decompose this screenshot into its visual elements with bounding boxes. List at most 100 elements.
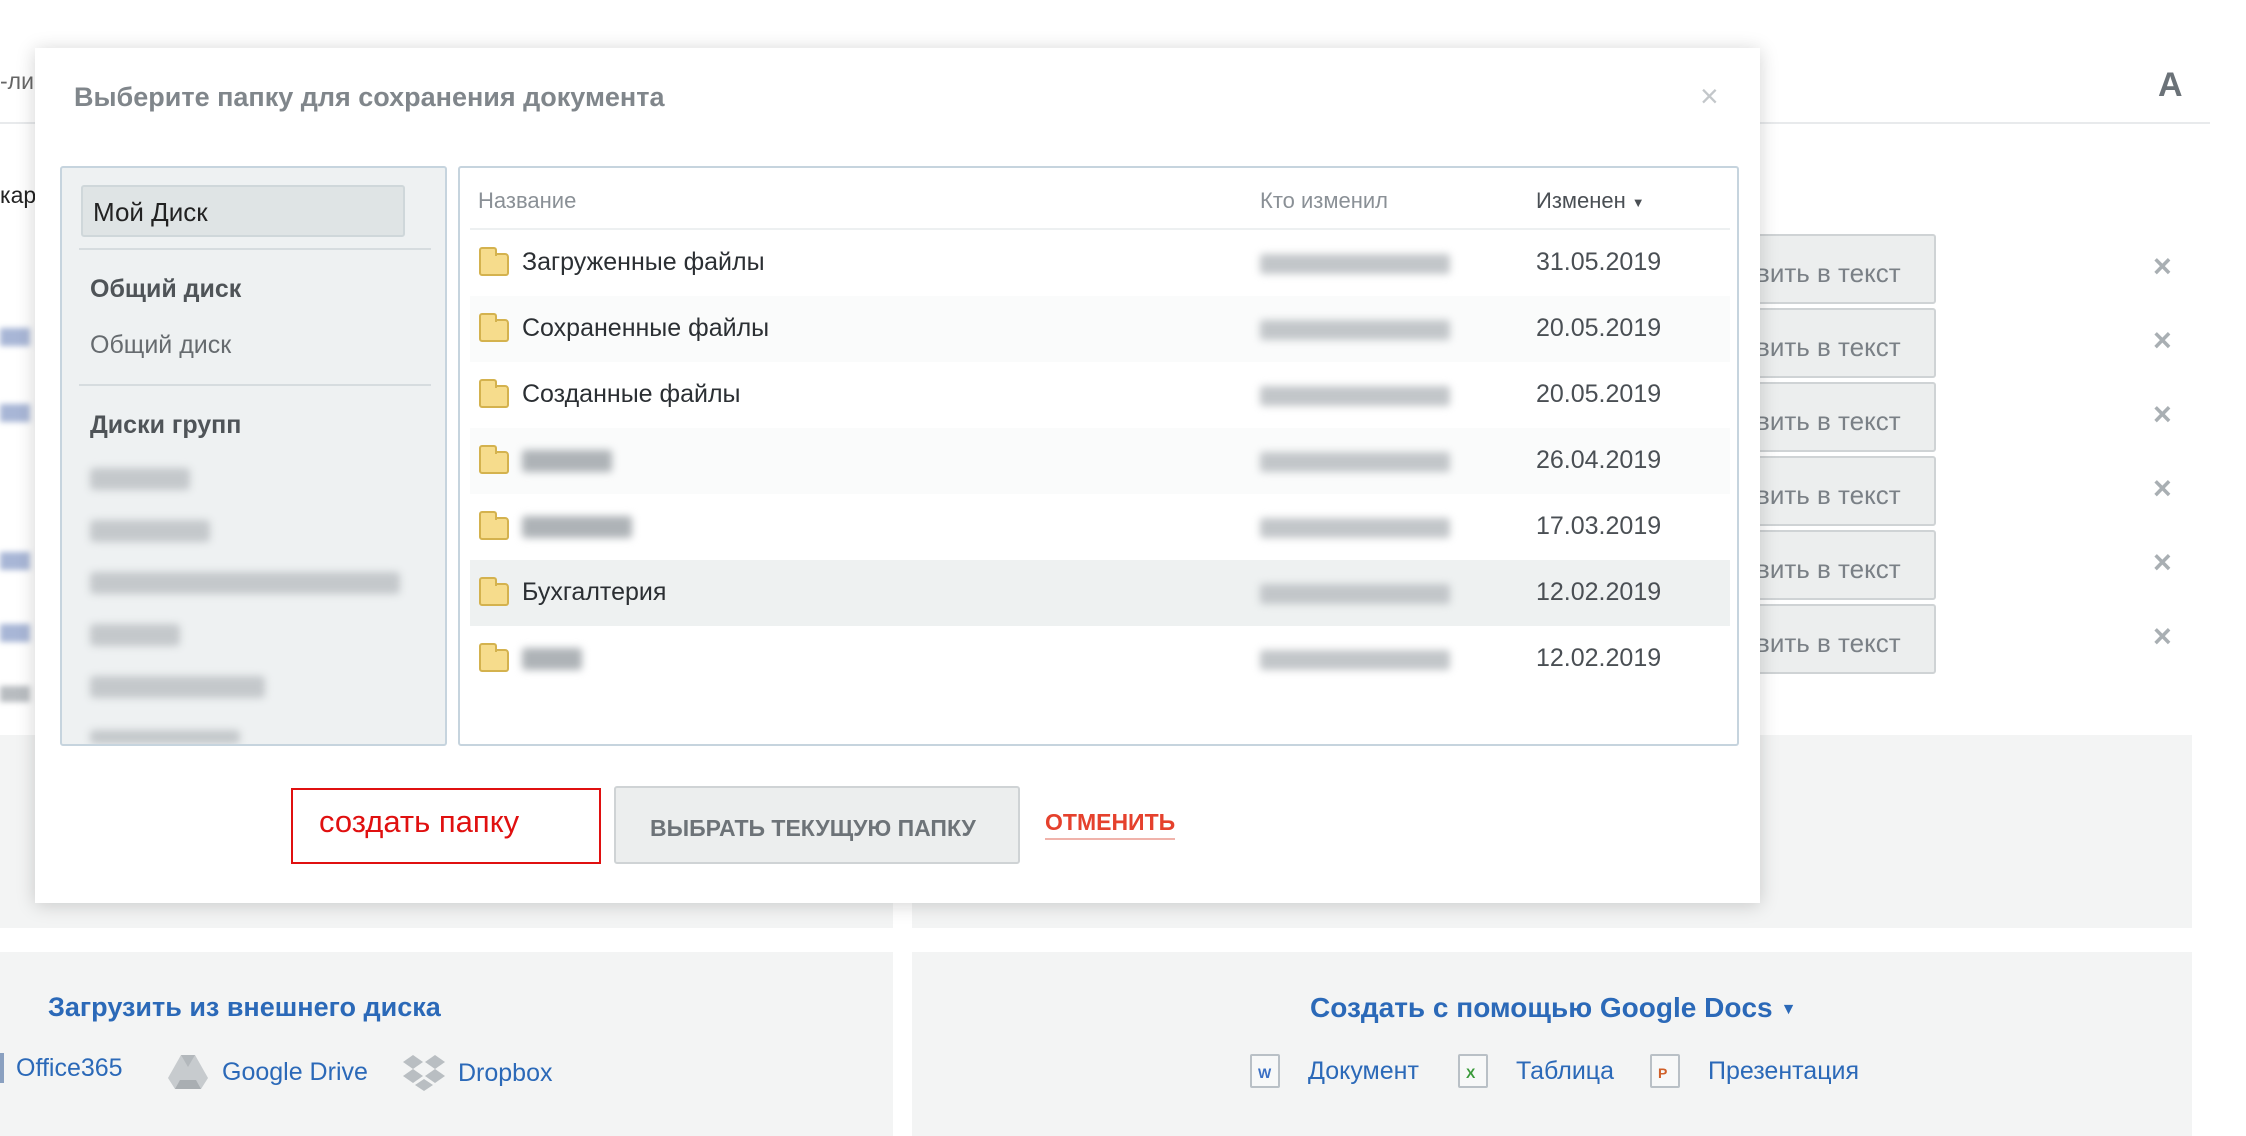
folder-name: Бухгалтерия — [522, 578, 667, 606]
folder-icon — [479, 445, 509, 474]
sidebar-item-group-drive[interactable] — [90, 624, 180, 646]
insert-into-text-button[interactable]: вить в текст — [1730, 604, 1936, 674]
office365-icon — [0, 1053, 4, 1083]
delete-icon[interactable]: × — [2153, 322, 2172, 359]
sidebar-item-group-drive[interactable] — [90, 468, 190, 490]
folder-icon — [479, 379, 509, 408]
folder-name-blurred — [522, 450, 612, 472]
folder-row[interactable]: 12.02.2019 — [470, 626, 1730, 692]
delete-icon[interactable]: × — [2153, 544, 2172, 581]
google-drive-label: Google Drive — [222, 1057, 368, 1086]
folder-name: Сохраненные файлы — [522, 314, 770, 342]
folder-row[interactable]: Загруженные файлы 31.05.2019 — [470, 230, 1730, 296]
gdocs-presentation-label: Презентация — [1708, 1056, 1860, 1085]
bg-blurred-link — [0, 328, 30, 346]
choose-folder-dialog: Выберите папку для сохранения документа … — [35, 48, 1760, 903]
word-doc-icon: W — [1250, 1054, 1280, 1088]
create-folder-button[interactable]: создать папку — [291, 788, 601, 864]
external-disk-title: Загрузить из внешнего диска — [48, 992, 441, 1022]
bg-text-fragment-1: -ли — [0, 68, 34, 94]
gdocs-presentation-link[interactable]: P Презентация — [1650, 1054, 1859, 1088]
folder-date: 12.02.2019 — [1536, 644, 1662, 672]
folder-date: 26.04.2019 — [1536, 446, 1662, 474]
google-drive-icon — [168, 1055, 208, 1089]
modified-by-blurred — [1260, 254, 1450, 274]
folder-name: Созданные файлы — [522, 380, 741, 408]
bg-text-fragment-2: кар — [0, 182, 37, 208]
google-drive-link[interactable]: Google Drive — [166, 1053, 368, 1091]
presentation-icon: P — [1650, 1054, 1680, 1088]
google-docs-create-dropdown[interactable]: Создать с помощью Google Docs ▼ — [1310, 992, 1796, 1024]
gdocs-spreadsheet-link[interactable]: X Таблица — [1458, 1054, 1614, 1088]
sidebar-item-shared-drive[interactable]: Общий диск — [90, 331, 231, 360]
close-icon[interactable]: × — [1700, 78, 1719, 115]
external-disk-panel — [0, 952, 893, 1136]
font-size-icon[interactable]: A — [2158, 66, 2183, 105]
column-header-who[interactable]: Кто изменил — [1260, 188, 1388, 214]
modified-by-blurred — [1260, 650, 1450, 670]
column-header-modified[interactable]: Изменен ▼ — [1536, 188, 1645, 214]
bg-blurred-text — [0, 686, 30, 702]
sidebar-item-group-drive[interactable] — [90, 676, 265, 698]
google-docs-panel — [912, 952, 2192, 1136]
folder-date: 20.05.2019 — [1536, 314, 1662, 342]
folder-date: 12.02.2019 — [1536, 578, 1662, 606]
column-header-name[interactable]: Название — [478, 188, 576, 214]
folder-row[interactable]: 17.03.2019 — [470, 494, 1730, 560]
folder-row[interactable]: Сохраненные файлы 20.05.2019 — [470, 296, 1730, 362]
insert-into-text-button[interactable]: вить в текст — [1730, 456, 1936, 526]
folder-icon — [479, 247, 509, 276]
dropbox-label: Dropbox — [458, 1058, 553, 1087]
sidebar-heading-group-drives: Диски групп — [90, 411, 242, 439]
folder-row[interactable]: Созданные файлы 20.05.2019 — [470, 362, 1730, 428]
modified-by-blurred — [1260, 386, 1450, 406]
sidebar-item-group-drive[interactable] — [90, 520, 210, 542]
gdocs-document-label: Документ — [1308, 1056, 1419, 1085]
office365-label: Office365 — [16, 1053, 123, 1082]
folder-icon — [479, 643, 509, 672]
insert-into-text-button[interactable]: вить в текст — [1730, 234, 1936, 304]
dropbox-icon — [403, 1055, 445, 1091]
google-docs-title: Создать с помощью Google Docs — [1310, 992, 1773, 1023]
caret-down-icon: ▼ — [1780, 1000, 1797, 1018]
sidebar-divider — [79, 248, 431, 250]
sidebar-heading-shared: Общий диск — [90, 275, 242, 303]
modified-by-blurred — [1260, 518, 1450, 538]
excel-sheet-icon: X — [1458, 1054, 1488, 1088]
insert-into-text-button[interactable]: вить в текст — [1730, 530, 1936, 600]
folder-icon — [479, 511, 509, 540]
bg-blurred-link — [0, 624, 30, 642]
folder-list: Название Кто изменил Изменен ▼ Загруженны… — [458, 166, 1739, 746]
folder-name-blurred — [522, 516, 632, 538]
folder-date: 31.05.2019 — [1536, 248, 1662, 276]
sort-desc-icon: ▼ — [1631, 194, 1645, 210]
sidebar-item-group-drive[interactable] — [90, 730, 240, 744]
folder-date: 17.03.2019 — [1536, 512, 1662, 540]
folder-icon — [479, 577, 509, 606]
bg-blurred-link — [0, 404, 30, 422]
sidebar-item-my-drive[interactable]: Мой Диск — [81, 185, 405, 237]
delete-icon[interactable]: × — [2153, 396, 2172, 433]
column-header-modified-label: Изменен — [1536, 188, 1626, 213]
drive-sidebar: Мой Диск Общий диск Общий диск Диски гру… — [60, 166, 447, 746]
dropbox-link[interactable]: Dropbox — [402, 1053, 553, 1093]
delete-icon[interactable]: × — [2153, 470, 2172, 507]
modified-by-blurred — [1260, 452, 1450, 472]
folder-row[interactable]: 26.04.2019 — [470, 428, 1730, 494]
folder-name-blurred — [522, 648, 582, 670]
modified-by-blurred — [1260, 584, 1450, 604]
gdocs-spreadsheet-label: Таблица — [1516, 1056, 1615, 1085]
insert-into-text-button[interactable]: вить в текст — [1730, 382, 1936, 452]
cancel-button[interactable]: ОТМЕНИТЬ — [1045, 809, 1176, 840]
folder-row[interactable]: Бухгалтерия 12.02.2019 — [470, 560, 1730, 626]
folder-name: Загруженные файлы — [522, 248, 765, 276]
insert-into-text-button[interactable]: вить в текст — [1730, 308, 1936, 378]
choose-current-folder-button[interactable]: ВЫБРАТЬ ТЕКУЩУЮ ПАПКУ — [614, 786, 1020, 864]
folder-icon — [479, 313, 509, 342]
dialog-title: Выберите папку для сохранения документа — [74, 82, 665, 112]
office365-link[interactable]: Office365 — [0, 1053, 123, 1083]
delete-icon[interactable]: × — [2153, 618, 2172, 655]
delete-icon[interactable]: × — [2153, 248, 2172, 285]
gdocs-document-link[interactable]: W Документ — [1250, 1054, 1419, 1088]
sidebar-item-group-drive[interactable] — [90, 572, 400, 594]
